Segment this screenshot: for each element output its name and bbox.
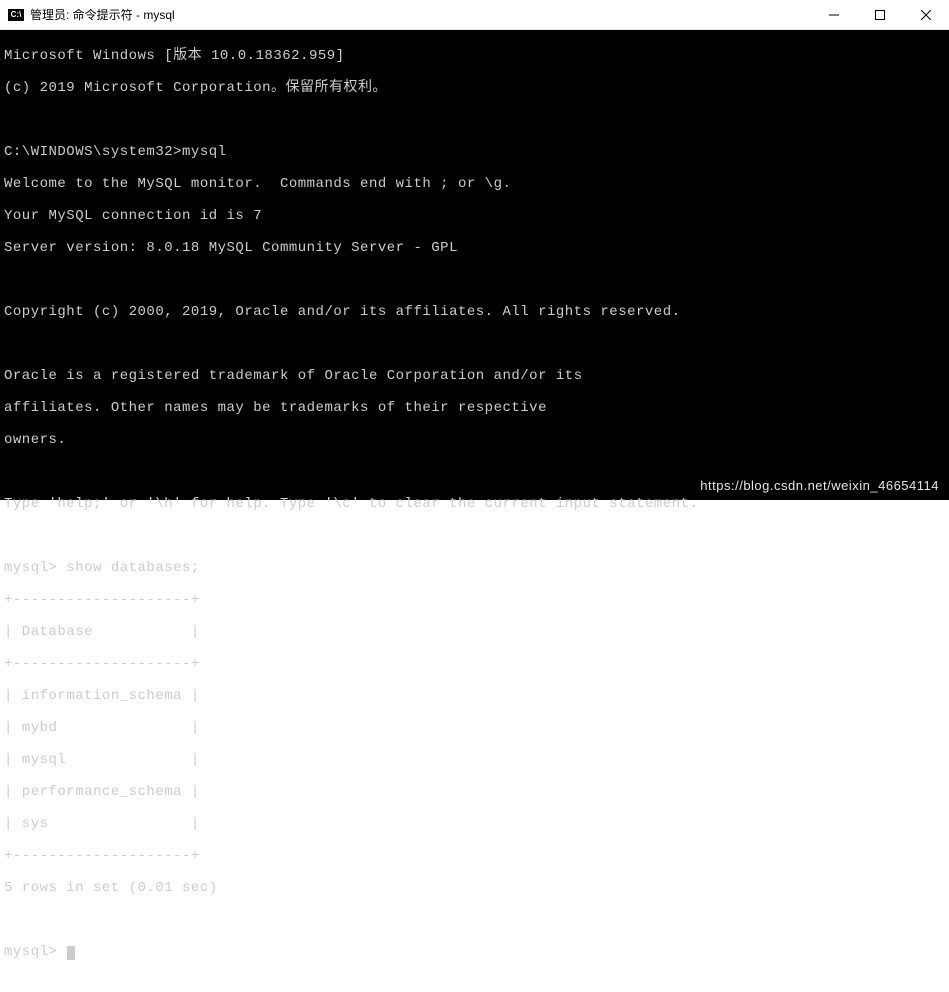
table-row: | mysql | [4,752,945,768]
mysql-prompt: mysql> [4,944,57,960]
table-header: | Database | [4,624,945,640]
table-border: +--------------------+ [4,592,945,608]
close-button[interactable] [903,0,949,29]
output-line: Oracle is a registered trademark of Orac… [4,368,945,384]
table-row: | performance_schema | [4,784,945,800]
table-row: | information_schema | [4,688,945,704]
output-line: owners. [4,432,945,448]
output-line: Welcome to the MySQL monitor. Commands e… [4,176,945,192]
output-line: affiliates. Other names may be trademark… [4,400,945,416]
output-line: Your MySQL connection id is 7 [4,208,945,224]
maximize-button[interactable] [857,0,903,29]
table-row: | mybd | [4,720,945,736]
output-line [4,272,945,288]
output-line: Server version: 8.0.18 MySQL Community S… [4,240,945,256]
watermark: https://blog.csdn.net/weixin_46654114 [700,478,939,494]
cursor [67,946,75,960]
table-border: +--------------------+ [4,656,945,672]
output-line: Microsoft Windows [版本 10.0.18362.959] [4,48,945,64]
minimize-button[interactable] [811,0,857,29]
table-border: +--------------------+ [4,848,945,864]
output-line [4,528,945,544]
output-line: Type 'help;' or '\h' for help. Type '\c'… [4,496,945,512]
result-summary: 5 rows in set (0.01 sec) [4,880,945,896]
cmd-icon: C:\ [8,9,24,21]
prompt-line: C:\WINDOWS\system32>mysql [4,144,945,160]
prompt-line: mysql> [4,944,945,960]
output-line [4,336,945,352]
window-controls [811,0,949,29]
table-row: | sys | [4,816,945,832]
output-line [4,112,945,128]
window-titlebar: C:\ 管理员: 命令提示符 - mysql [0,0,949,30]
prompt-line: mysql> show databases; [4,560,945,576]
window-title: 管理员: 命令提示符 - mysql [30,6,811,23]
terminal-output[interactable]: Microsoft Windows [版本 10.0.18362.959] (c… [0,30,949,500]
output-line: (c) 2019 Microsoft Corporation。保留所有权利。 [4,80,945,96]
output-line [4,912,945,928]
output-line: Copyright (c) 2000, 2019, Oracle and/or … [4,304,945,320]
